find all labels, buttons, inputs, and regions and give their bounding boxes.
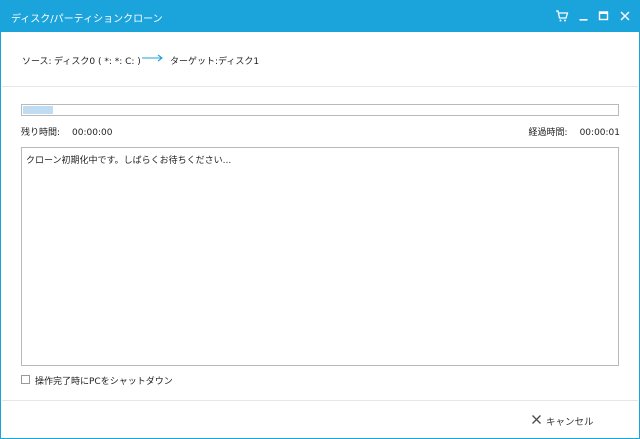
shutdown-label: 操作完了時にPCをシャットダウン [35, 377, 173, 387]
elapsed-time: 経過時間: 00:00:01 [529, 125, 620, 138]
window-title: ディスク/パーティションクローン [11, 14, 163, 25]
cart-icon[interactable] [555, 9, 569, 23]
source-value: ディスク0 ( *: *: C: ) [54, 57, 141, 67]
log-message: クローン初期化中です。しばらくお待ちください... [26, 156, 232, 166]
remaining-time-value: 00:00:00 [72, 128, 113, 138]
source-label: ソース: [22, 57, 52, 67]
remaining-time: 残り時間: 00:00:00 [21, 125, 112, 138]
clone-dialog: ディスク/パーティションクローン ソース: ディスク0 (*: *: C:)… [0, 0, 640, 439]
elapsed-time-value: 00:00:01 [579, 128, 620, 138]
minimize-icon[interactable] [577, 9, 591, 23]
bottom-divider [2, 400, 638, 401]
cancel-button[interactable]: キャンセル [531, 413, 613, 428]
top-divider [2, 86, 638, 87]
elapsed-time-label: 経過時間: [528, 128, 568, 138]
log-box[interactable]: クローン初期化中です。しばらくお待ちください... [21, 147, 619, 366]
target-label: ターゲット: [170, 57, 219, 67]
remaining-time-label: 残り時間: [21, 128, 61, 138]
cancel-label: キャンセル [546, 417, 594, 428]
arrow-right-icon [142, 54, 164, 62]
progress-fill [23, 106, 53, 114]
cancel-x-icon [531, 414, 542, 425]
title-bar: ディスク/パーティションクローン [1, 1, 639, 32]
shutdown-checkbox[interactable] [21, 375, 30, 384]
maximize-icon[interactable] [597, 9, 611, 23]
target-value: ディスク1 [218, 57, 260, 67]
close-icon[interactable] [618, 9, 632, 23]
progress-bar [21, 104, 619, 116]
